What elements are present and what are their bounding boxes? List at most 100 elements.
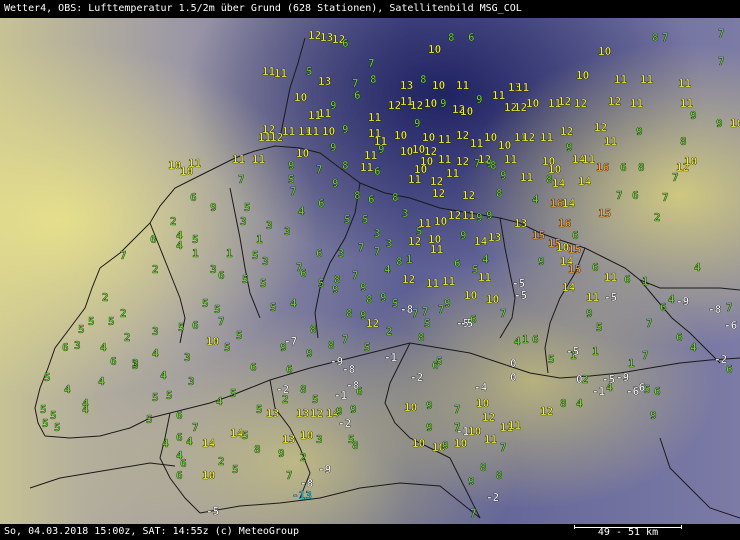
station-temperature: 6	[468, 31, 475, 44]
station-temperature: 8	[346, 307, 353, 320]
station-temperature: 11	[252, 153, 266, 166]
station-temperature: 7	[342, 333, 349, 346]
station-temperature: 11	[462, 209, 476, 222]
station-temperature: 7	[352, 269, 359, 282]
map-area[interactable]: 12 13 12 6 10 8 6 10 8 7 7 11 11 13 5 7 7 8 13 8 10 11 13 11 10 1…	[0, 18, 740, 524]
station-temperature: 6	[676, 331, 683, 344]
station-temperature: 4	[482, 253, 489, 266]
station-temperature: 8	[418, 331, 425, 344]
station-temperature: 6	[726, 363, 733, 376]
station-temperature: 10	[424, 97, 437, 110]
station-temperature: -9	[676, 295, 689, 308]
station-temperature: 11	[586, 291, 600, 304]
station-temperature: 5	[392, 297, 399, 310]
station-temperature: 10	[464, 289, 477, 302]
station-temperature: -2	[410, 371, 423, 384]
station-temperature: 5	[364, 341, 371, 354]
station-temperature: 6	[150, 233, 157, 246]
station-temperature: 8	[480, 461, 487, 474]
station-temperature: 9	[350, 403, 357, 416]
station-temperature: 11	[368, 111, 382, 124]
station-temperature: 6	[176, 409, 183, 422]
station-temperature: 11	[678, 77, 692, 90]
station-temperature: 5	[596, 321, 603, 334]
station-temperature: 5	[548, 353, 555, 366]
station-temperature: 2	[124, 331, 131, 344]
station-temperature: -5	[514, 289, 527, 302]
station-temperature: 5	[224, 341, 231, 354]
station-temperature: 9	[332, 283, 339, 296]
station-temperature: 9	[444, 297, 451, 310]
station-temperature: 5	[44, 371, 51, 384]
station-temperature: 6	[356, 385, 363, 398]
station-temperature: 12	[608, 95, 621, 108]
station-temperature: 9	[426, 399, 433, 412]
station-temperature: 6	[572, 229, 579, 242]
station-temperature: 3	[152, 325, 159, 338]
station-temperature: 4	[176, 239, 183, 252]
station-temperature: 4	[186, 435, 193, 448]
station-temperature: 8	[490, 159, 497, 172]
station-temperature: -13	[292, 489, 312, 502]
footer-bar: So, 04.03.2018 15:00z, SAT: 14:55z (c) M…	[0, 524, 740, 540]
station-temperature: 10	[498, 139, 511, 152]
station-temperature: 7	[642, 349, 649, 362]
station-temperature: 6	[632, 189, 639, 202]
station-temperature: 11	[478, 271, 492, 284]
station-temperature: 14	[562, 281, 576, 294]
station-temperature: 11	[614, 73, 628, 86]
station-temperature: 2	[170, 215, 177, 228]
station-temperature: 5	[78, 323, 85, 336]
station-temperature: 6	[374, 165, 381, 178]
station-temperature: 4	[162, 437, 169, 450]
station-temperature: 13	[400, 79, 413, 92]
station-temperature: 11	[430, 243, 444, 256]
station-temperature: 11	[540, 131, 554, 144]
station-temperature: 4	[82, 403, 89, 416]
station-temperature: 15	[568, 263, 581, 276]
station-temperature: 8	[254, 443, 261, 456]
station-temperature: 11	[188, 157, 202, 170]
station-temperature: 3	[210, 263, 217, 276]
station-temperature: 9	[476, 93, 483, 106]
station-temperature: 11	[640, 73, 654, 86]
station-temperature: 10	[684, 155, 697, 168]
station-temperature: 12	[456, 129, 469, 142]
station-temperature: 7	[616, 189, 623, 202]
station-temperature: 3	[240, 215, 247, 228]
station-temperature: 9	[426, 421, 433, 434]
station-temperature: 3	[374, 227, 381, 240]
station-temperature: 10	[206, 335, 219, 348]
station-temperature: 13	[296, 407, 309, 420]
station-temperature: 4	[690, 341, 697, 354]
station-temperature: 7	[358, 241, 365, 254]
scale-bar: 49 - 51 km	[574, 524, 682, 540]
station-temperature: 12	[462, 189, 475, 202]
station-temperature: -6	[724, 319, 738, 332]
station-temperature: 10	[460, 105, 473, 118]
station-temperature: 5	[270, 301, 277, 314]
station-temperature: 12	[594, 121, 607, 134]
station-temperature: 6	[624, 273, 631, 286]
station-temperature: 12	[410, 99, 423, 112]
station-temperature: 5	[230, 387, 237, 400]
station-temperature: 3	[402, 207, 409, 220]
station-temperature: 9	[538, 255, 545, 268]
station-temperature: 4	[98, 375, 105, 388]
station-temperature: 4	[668, 293, 675, 306]
station-temperature: 11	[508, 419, 522, 432]
station-temperature: -5	[206, 505, 219, 518]
station-temperature: 1	[642, 275, 649, 288]
station-temperature: 7	[500, 307, 507, 320]
station-temperature: 12	[408, 235, 421, 248]
station-temperature: 3	[386, 237, 393, 250]
station-temperature: 9	[288, 159, 295, 172]
station-temperature: 7	[726, 301, 733, 314]
station-temperature: 3	[74, 339, 81, 352]
station-temperature: 11	[520, 171, 534, 184]
station-temperature: 9	[500, 169, 507, 182]
station-temperature: 9	[440, 97, 447, 110]
station-temperature: 7	[474, 157, 481, 170]
station-temperature: 3	[284, 225, 291, 238]
station-temperature: 9	[380, 291, 387, 304]
